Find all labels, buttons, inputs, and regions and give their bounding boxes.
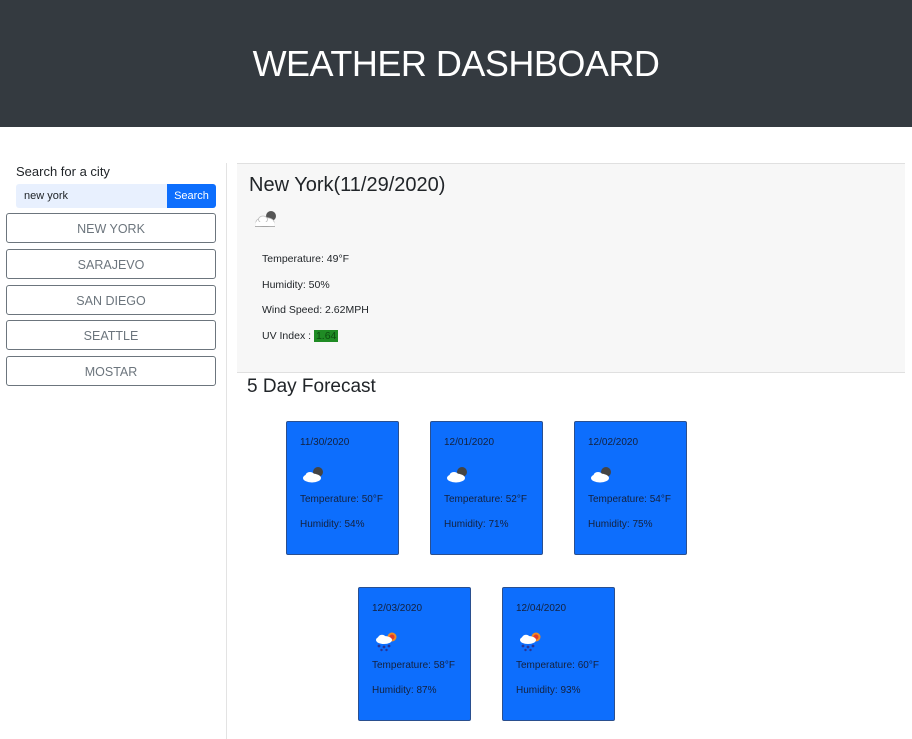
forecast-title: 5 Day Forecast	[247, 376, 376, 397]
forecast-humidity: Humidity: 75%	[588, 519, 653, 530]
history-item-seattle[interactable]: SEATTLE	[6, 320, 216, 351]
forecast-humidity: Humidity: 54%	[300, 519, 365, 530]
forecast-date: 11/30/2020	[300, 437, 350, 448]
rain-sun-icon	[520, 632, 541, 652]
history-item-mostar[interactable]: MOSTAR	[6, 356, 216, 387]
cloud-sun-icon	[303, 467, 323, 483]
forecast-card: 12/04/2020 Temperature: 60°F Humidity: 9…	[502, 587, 615, 721]
forecast-date: 12/01/2020	[444, 437, 495, 448]
current-uv-index: UV Index : 1.64	[262, 330, 339, 342]
forecast-card: 11/30/2020 Temperature: 50°F Humidity: 5…	[286, 421, 399, 555]
current-wind-speed: Wind Speed: 2.62MPH	[262, 304, 369, 316]
forecast-humidity: Humidity: 93%	[516, 685, 581, 696]
uv-index-value: 1.64	[313, 330, 339, 342]
history-item-san-diego[interactable]: SAN DIEGO	[6, 284, 216, 315]
forecast-card: 12/01/2020 Temperature: 52°F Humidity: 7…	[430, 421, 543, 555]
forecast-temperature: Temperature: 60°F	[516, 660, 599, 671]
search-button[interactable]: Search	[167, 184, 216, 208]
forecast-temperature: Temperature: 54°F	[588, 494, 671, 505]
forecast-date: 12/02/2020	[588, 437, 639, 448]
current-humidity: Humidity: 50%	[262, 279, 330, 291]
uv-index-label: UV Index :	[262, 330, 314, 342]
forecast-temperature: Temperature: 58°F	[372, 660, 455, 671]
forecast-date: 12/03/2020	[372, 603, 423, 614]
main-content: New York(11/29/2020) Temperature: 49°F H…	[226, 163, 912, 739]
page-title: WEATHER DASHBOARD	[252, 42, 660, 84]
cloud-sun-icon	[591, 467, 611, 483]
cloud-sun-icon	[255, 211, 276, 227]
page-header: WEATHER DASHBOARD	[0, 0, 912, 127]
forecast-card: 12/03/2020 Temperature: 58°F Humidity: 8…	[358, 587, 471, 721]
sidebar: Search for a city Search NEW YORK SARAJE…	[0, 127, 226, 739]
history-item-sarajevo[interactable]: SARAJEVO	[6, 248, 216, 279]
rain-sun-icon	[376, 632, 397, 652]
forecast-humidity: Humidity: 87%	[372, 685, 437, 696]
forecast-card: 12/02/2020 Temperature: 54°F Humidity: 7…	[574, 421, 687, 555]
current-city-title: New York(11/29/2020)	[249, 174, 446, 196]
forecast-humidity: Humidity: 71%	[444, 519, 509, 530]
forecast-temperature: Temperature: 50°F	[300, 494, 383, 505]
current-weather-card: New York(11/29/2020) Temperature: 49°F H…	[237, 163, 905, 373]
search-input[interactable]	[16, 184, 167, 208]
history-item-new-york[interactable]: NEW YORK	[6, 213, 216, 243]
search-label: Search for a city	[16, 164, 110, 179]
cloud-sun-icon	[447, 467, 467, 483]
forecast-date: 12/04/2020	[516, 603, 567, 614]
search-history-list: NEW YORK SARAJEVO SAN DIEGO SEATTLE MOST…	[6, 213, 216, 392]
forecast-temperature: Temperature: 52°F	[444, 494, 527, 505]
current-temperature: Temperature: 49°F	[262, 253, 350, 265]
